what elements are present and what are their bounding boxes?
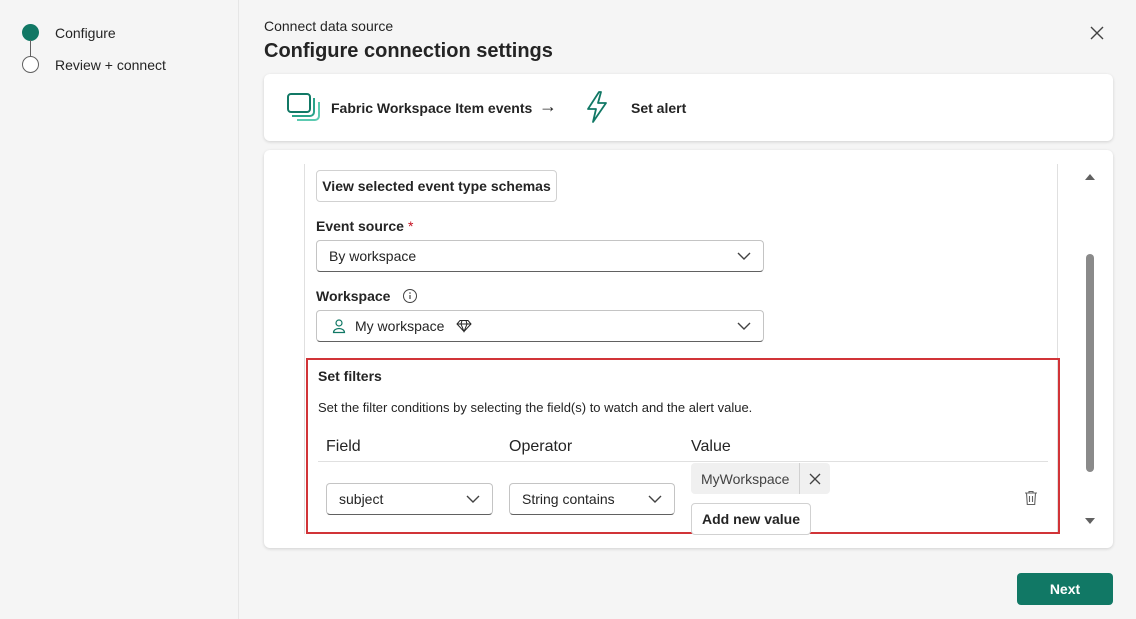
workspace-value: My workspace — [355, 318, 445, 334]
add-new-value-button[interactable]: Add new value — [691, 503, 811, 535]
next-button[interactable]: Next — [1017, 573, 1113, 605]
step-pending-indicator — [22, 56, 39, 73]
page-title: Configure connection settings — [264, 40, 553, 62]
destination-label: Set alert — [631, 100, 687, 116]
workspace-label-text: Workspace — [316, 288, 391, 304]
step-review-connect[interactable]: Review + connect — [22, 56, 166, 73]
person-icon — [332, 319, 346, 334]
column-header-field: Field — [326, 438, 361, 455]
lightning-icon — [587, 91, 607, 123]
dialog-eyebrow: Connect data source — [264, 18, 394, 34]
section-divider — [304, 164, 305, 534]
filter-operator-dropdown[interactable]: String contains — [509, 483, 675, 515]
step-connector — [30, 40, 31, 57]
event-source-label: Event source * — [316, 218, 413, 234]
column-header-operator: Operator — [509, 438, 573, 455]
filter-field-dropdown[interactable]: subject — [326, 483, 493, 515]
scrollbar-thumb[interactable] — [1086, 254, 1094, 472]
workspace-dropdown[interactable]: My workspace — [316, 310, 764, 342]
chevron-down-icon — [648, 495, 662, 503]
workspace-label: Workspace — [316, 288, 418, 304]
event-source-label-text: Event source — [316, 218, 404, 234]
info-icon[interactable] — [402, 288, 418, 304]
column-header-value: Value — [691, 438, 731, 455]
scroll-down-arrow[interactable] — [1084, 516, 1096, 526]
premium-diamond-icon — [456, 320, 473, 333]
stepper-panel: Configure Review + connect — [0, 0, 239, 619]
filter-field-value: subject — [339, 491, 384, 507]
step-configure[interactable]: Configure — [22, 24, 116, 41]
chevron-down-icon — [737, 252, 751, 260]
event-source-value: By workspace — [329, 248, 417, 264]
source-label: Fabric Workspace Item events — [331, 100, 533, 116]
close-icon — [1090, 26, 1104, 40]
step-label: Review + connect — [55, 56, 166, 73]
filter-operator-value: String contains — [522, 491, 615, 507]
event-source-dropdown[interactable]: By workspace — [316, 240, 764, 272]
delete-icon[interactable] — [1024, 490, 1038, 506]
step-current-indicator — [22, 24, 39, 41]
filters-description: Set the filter conditions by selecting t… — [318, 400, 753, 415]
remove-value-button[interactable] — [799, 463, 830, 494]
close-icon — [809, 473, 821, 484]
workspace-events-icon — [287, 93, 320, 121]
dialog-main: Connect data source Configure connection… — [240, 0, 1136, 619]
chevron-down-icon — [466, 495, 480, 503]
arrow-right-icon: → — [539, 96, 557, 116]
set-filters-section: Set filters Set the filter conditions by… — [306, 358, 1060, 535]
step-label: Configure — [55, 24, 116, 41]
filters-title: Set filters — [318, 368, 382, 384]
filter-value-text: MyWorkspace — [701, 470, 790, 487]
connection-flow-card: Fabric Workspace Item events → Set alert — [264, 74, 1113, 141]
view-schemas-button[interactable]: View selected event type schemas — [316, 170, 557, 202]
header-divider — [318, 461, 1048, 462]
filter-value-chip: MyWorkspace — [691, 463, 831, 494]
scroll-up-arrow[interactable] — [1084, 172, 1096, 182]
settings-form-card: View selected event type schemas Event s… — [264, 150, 1113, 548]
required-mark: * — [407, 218, 414, 234]
chevron-down-icon — [737, 322, 751, 330]
close-button[interactable] — [1086, 22, 1108, 44]
